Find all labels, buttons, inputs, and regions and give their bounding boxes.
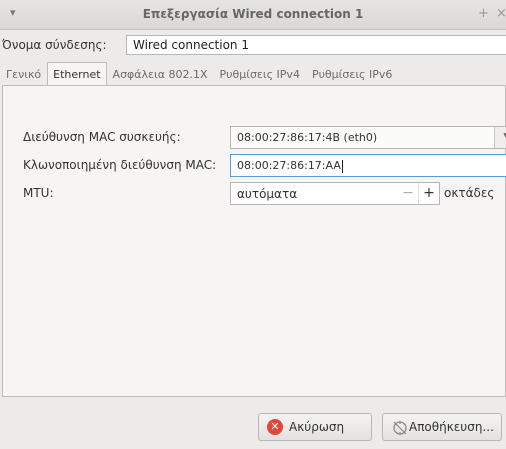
tab-8021x-security[interactable]: Ασφάλεια 802.1X (107, 62, 214, 86)
mtu-row: MTU: αυτόματα − + οκτάδες (23, 182, 506, 206)
cloned-mac-row: Κλωνοποιημένη διεύθυνση MAC: 08:00:27:86… (23, 154, 506, 178)
title-bar: ▾ Επεξεργασία Wired connection 1 + × (0, 0, 506, 30)
tab-general[interactable]: Γενικό (0, 62, 47, 86)
mtu-increment-button[interactable]: + (418, 183, 439, 204)
cloned-mac-input[interactable]: 08:00:27:86:17:AA (230, 154, 506, 177)
tab-ipv6-settings[interactable]: Ρυθμίσεις IPv6 (306, 62, 398, 86)
cloned-mac-label: Κλωνοποιημένη διεύθυνση MAC: (23, 158, 217, 172)
mtu-label: MTU: (23, 186, 54, 200)
device-mac-row: Διεύθυνση MAC συσκευής: 08:00:27:86:17:4… (23, 126, 506, 150)
connection-name-input[interactable]: Wired connection 1 (126, 35, 506, 55)
mtu-spinbox[interactable]: αυτόματα − + (230, 182, 440, 205)
connection-name-label: Όνομα σύνδεσης: (2, 38, 107, 52)
save-icon (391, 419, 409, 440)
save-button[interactable]: Αποθήκευση... (382, 413, 502, 441)
cancel-icon: ✕ (267, 419, 283, 435)
tab-ethernet[interactable]: Ethernet (47, 62, 107, 86)
cloned-mac-value: 08:00:27:86:17:AA (237, 159, 341, 172)
connection-name-row: Όνομα σύνδεσης: Wired connection 1 (0, 32, 506, 58)
window-title: Επεξεργασία Wired connection 1 (142, 7, 364, 21)
device-mac-label: Διεύθυνση MAC συσκευής: (23, 130, 181, 144)
mtu-decrement-button[interactable]: − (398, 183, 418, 204)
text-caret (341, 159, 343, 173)
close-window-icon[interactable]: × (496, 6, 506, 21)
mtu-unit-label: οκτάδες (444, 186, 495, 200)
device-mac-dropdown[interactable]: 08:00:27:86:17:4B (eth0) ▼ (230, 126, 506, 149)
cancel-button[interactable]: ✕ Ακύρωση (258, 413, 372, 441)
tab-ipv4-settings[interactable]: Ρυθμίσεις IPv4 (214, 62, 306, 86)
tab-bar: Γενικό Ethernet Ασφάλεια 802.1X Ρυθμίσει… (0, 62, 398, 86)
ethernet-panel: Διεύθυνση MAC συσκευής: 08:00:27:86:17:4… (2, 85, 506, 397)
device-mac-value: 08:00:27:86:17:4B (eth0) (237, 131, 378, 144)
add-window-icon[interactable]: + (478, 6, 489, 21)
chevron-down-icon[interactable]: ▼ (494, 127, 506, 148)
mtu-value: αυτόματα (237, 187, 298, 201)
save-button-label: Αποθήκευση... (409, 420, 494, 434)
cancel-button-label: Ακύρωση (289, 420, 345, 434)
